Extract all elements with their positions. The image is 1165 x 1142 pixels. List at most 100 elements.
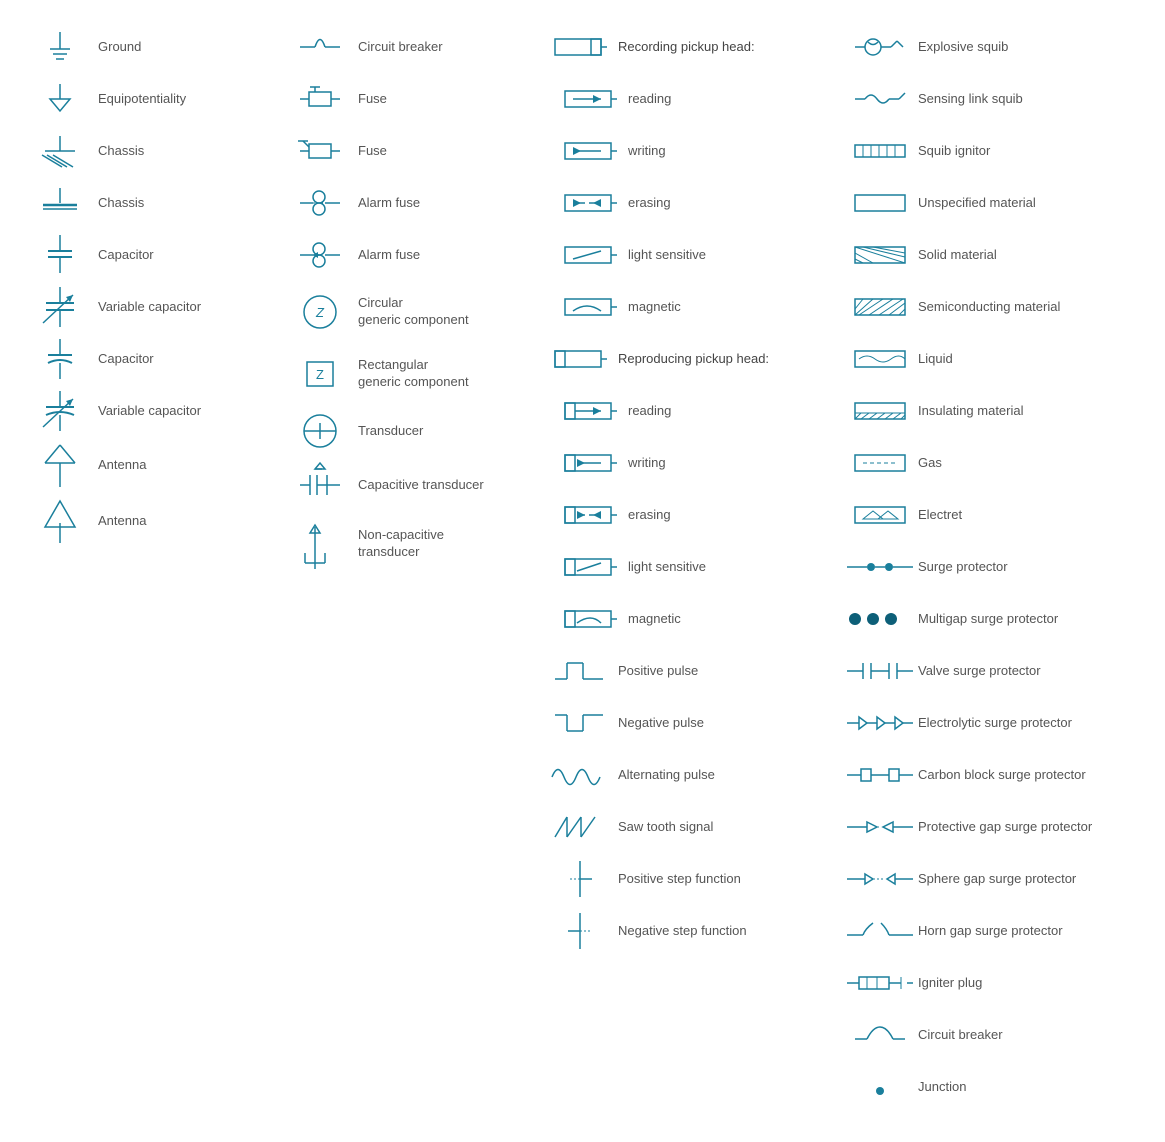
electrolytic-surge-protector-label: Electrolytic surge protector <box>918 715 1072 732</box>
list-item: Liquid <box>850 337 1130 381</box>
squib-ignitor-label: Squib ignitor <box>918 143 990 160</box>
list-item: Non-capacitive transducer <box>290 517 530 571</box>
rep-reading-symbol <box>560 397 620 425</box>
negative-pulse-label: Negative pulse <box>618 715 704 732</box>
antenna2-symbol <box>30 497 90 545</box>
list-item: Saw tooth signal <box>550 805 830 849</box>
list-item: Positive step function <box>550 857 830 901</box>
list-item: Sensing link squib <box>850 77 1130 121</box>
list-item: Unspecified material <box>850 181 1130 225</box>
rep-erasing-symbol <box>560 501 620 529</box>
list-item: Solid material <box>850 233 1130 277</box>
list-item: reading <box>560 389 830 433</box>
list-item: Gas <box>850 441 1130 485</box>
rep-head-label: Reproducing pickup head: <box>618 351 769 368</box>
list-item: Negative step function <box>550 909 830 953</box>
multigap-surge-protector-symbol <box>850 607 910 631</box>
horn-gap-surge-protector-symbol <box>850 915 910 947</box>
carbon-block-surge-protector-label: Carbon block surge protector <box>918 767 1086 784</box>
alarm-fuse2-label: Alarm fuse <box>358 247 420 264</box>
rep-magnetic-symbol <box>560 605 620 633</box>
negative-step-symbol <box>550 911 610 951</box>
column-2: Circuit breaker Fuse <box>280 20 540 1122</box>
carbon-block-surge-protector-symbol <box>850 761 910 789</box>
saw-tooth-label: Saw tooth signal <box>618 819 713 836</box>
list-item: Explosive squib <box>850 25 1130 69</box>
chassis1-label: Chassis <box>98 143 144 160</box>
column-1: Ground Equipotentiality C <box>20 20 280 1122</box>
list-item: Reproducing pickup head: <box>550 337 830 381</box>
list-item: Squib ignitor <box>850 129 1130 173</box>
horn-gap-surge-protector-label: Horn gap surge protector <box>918 923 1063 940</box>
alternating-pulse-symbol <box>550 757 610 793</box>
list-item: Alarm fuse <box>290 181 530 225</box>
circuit-breaker2-label: Circuit breaker <box>918 1027 1003 1044</box>
list-item: Circuit breaker <box>290 25 530 69</box>
list-item: Fuse <box>290 129 530 173</box>
rep-magnetic-label: magnetic <box>628 611 681 628</box>
protective-gap-surge-protector-symbol <box>850 813 910 841</box>
alarm-fuse1-symbol <box>290 181 350 225</box>
negative-step-label: Negative step function <box>618 923 747 940</box>
ground-label: Ground <box>98 39 141 56</box>
positive-pulse-label: Positive pulse <box>618 663 698 680</box>
list-item: Electrolytic surge protector <box>850 701 1130 745</box>
list-item: magnetic <box>560 597 830 641</box>
circuit-breaker-label: Circuit breaker <box>358 39 443 56</box>
igniter-plug-symbol <box>850 969 910 997</box>
chassis2-label: Chassis <box>98 195 144 212</box>
capacitive-transducer-symbol <box>290 461 350 509</box>
list-item: Recording pickup head: <box>550 25 830 69</box>
list-item: erasing <box>560 493 830 537</box>
sphere-gap-surge-protector-symbol <box>850 865 910 893</box>
circuit-breaker2-symbol <box>850 1019 910 1051</box>
alarm-fuse1-label: Alarm fuse <box>358 195 420 212</box>
valve-surge-protector-label: Valve surge protector <box>918 663 1041 680</box>
transducer-symbol <box>290 409 350 453</box>
list-item: Junction <box>850 1065 1130 1109</box>
fuse2-label: Fuse <box>358 143 387 160</box>
capacitor1-symbol <box>30 233 90 277</box>
rep-light-sensitive-symbol <box>560 553 620 581</box>
antenna1-label: Antenna <box>98 457 146 474</box>
rec-erasing-label: erasing <box>628 195 671 212</box>
list-item: magnetic <box>560 285 830 329</box>
list-item: Carbon block surge protector <box>850 753 1130 797</box>
unspecified-material-symbol <box>850 191 910 215</box>
liquid-label: Liquid <box>918 351 953 368</box>
non-capacitive-transducer-label: Non-capacitive transducer <box>358 527 444 561</box>
list-item: Antenna <box>30 497 270 545</box>
junction-symbol <box>850 1075 910 1099</box>
rep-reading-label: reading <box>628 403 671 420</box>
circular-generic-label: Circular generic component <box>358 295 469 329</box>
column-4: Explosive squib Sensing link squib <box>840 20 1140 1122</box>
squib-ignitor-symbol <box>850 137 910 165</box>
antenna1-symbol <box>30 441 90 489</box>
protective-gap-surge-protector-label: Protective gap surge protector <box>918 819 1092 836</box>
svg-text:Z: Z <box>316 367 324 382</box>
positive-pulse-symbol <box>550 653 610 689</box>
list-item: Capacitive transducer <box>290 461 530 509</box>
list-item: light sensitive <box>560 233 830 277</box>
fuse1-symbol <box>290 79 350 119</box>
liquid-symbol <box>850 347 910 371</box>
list-item: Insulating material <box>850 389 1130 433</box>
variable-capacitor2-symbol <box>30 389 90 433</box>
insulating-material-label: Insulating material <box>918 403 1024 420</box>
capacitor2-label: Capacitor <box>98 351 154 368</box>
list-item: light sensitive <box>560 545 830 589</box>
list-item: reading <box>560 77 830 121</box>
list-item: Antenna <box>30 441 270 489</box>
rec-head-label: Recording pickup head: <box>618 39 755 56</box>
list-item: Ground <box>30 25 270 69</box>
list-item: Chassis <box>30 129 270 173</box>
solid-material-symbol <box>850 243 910 267</box>
variable-capacitor1-symbol <box>30 285 90 329</box>
transducer-label: Transducer <box>358 423 423 440</box>
list-item: Multigap surge protector <box>850 597 1130 641</box>
rep-writing-symbol <box>560 449 620 477</box>
list-item: Sphere gap surge protector <box>850 857 1130 901</box>
list-item: writing <box>560 129 830 173</box>
alarm-fuse2-symbol <box>290 233 350 277</box>
rep-writing-label: writing <box>628 455 666 472</box>
